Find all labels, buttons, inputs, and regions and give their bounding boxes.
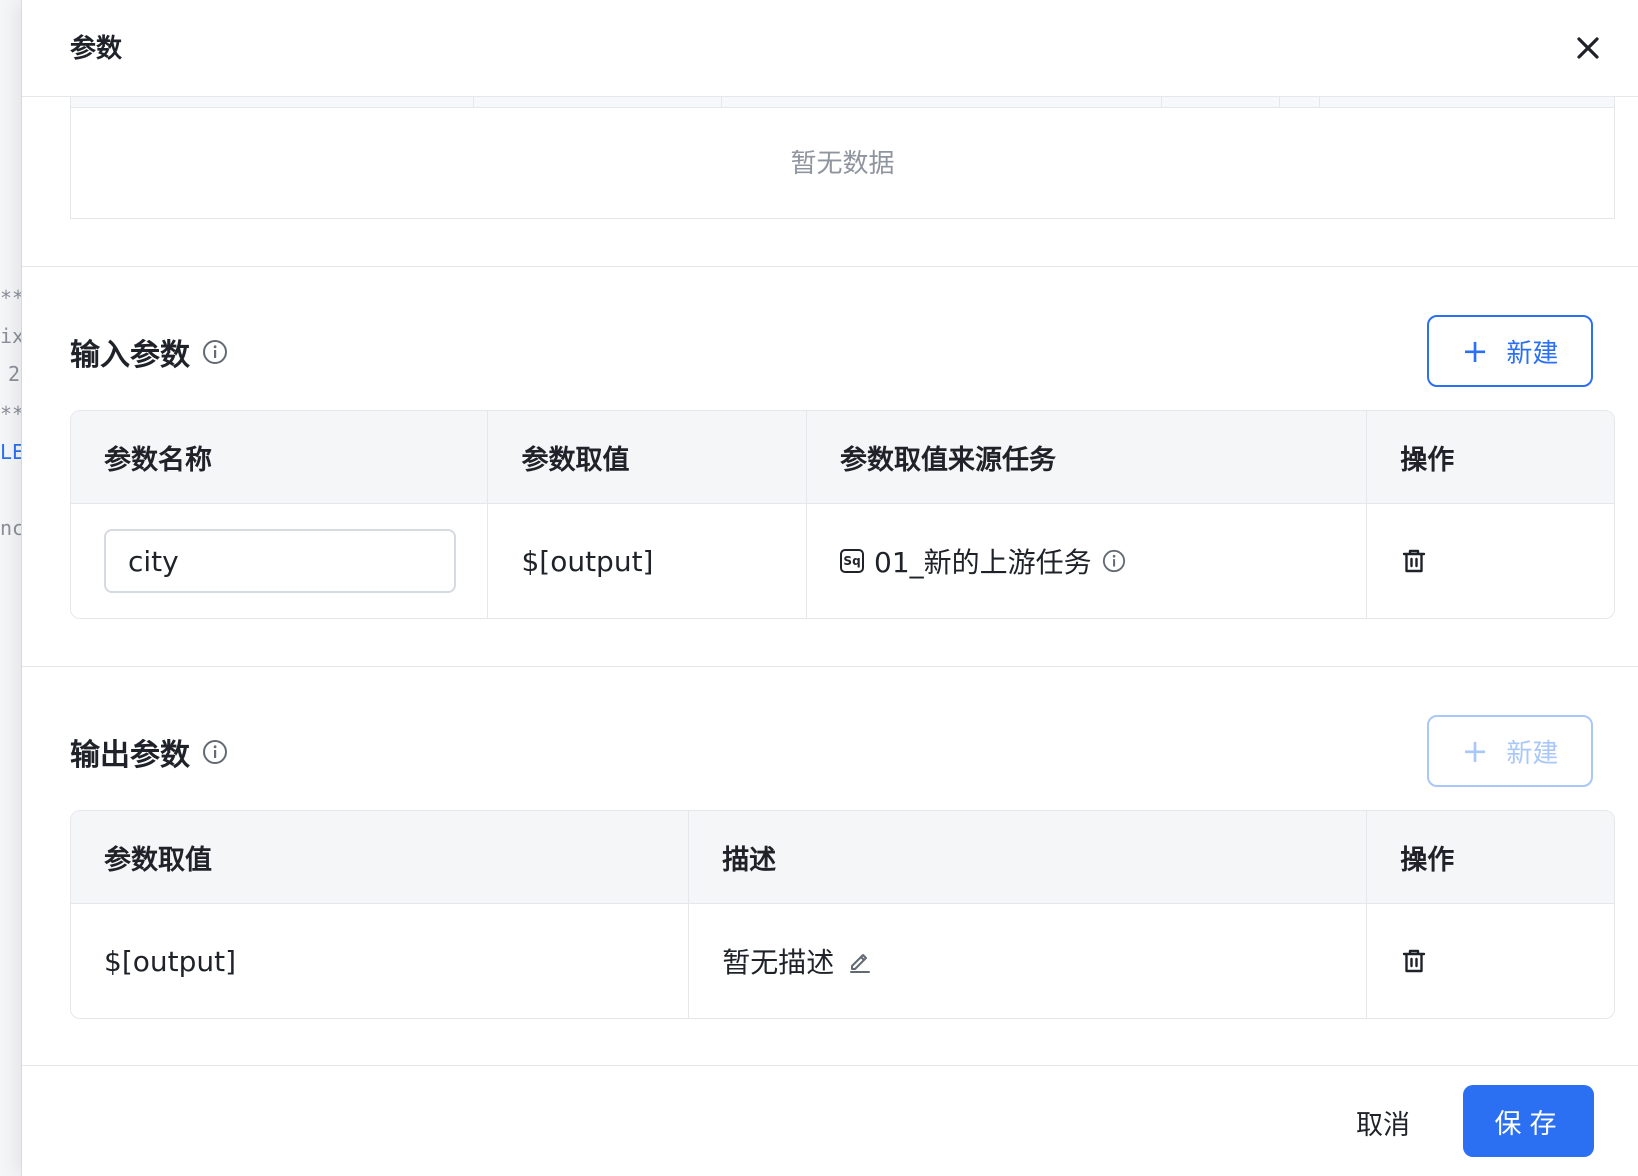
param-name-input[interactable] <box>104 529 456 593</box>
save-button[interactable]: 保存 <box>1463 1085 1594 1157</box>
description-text: 暂无描述 <box>722 946 835 979</box>
param-value-text: $[output] <box>521 544 654 578</box>
plus-icon: + <box>1461 332 1489 370</box>
source-task: Sq 01_新的上游任务 <box>840 541 1126 581</box>
source-task-name: 01_新的上游任务 <box>874 546 1092 579</box>
table-row: $[output] Sq 01_新的上游任务 <box>71 504 1614 618</box>
bg-code-fragment: ix <box>0 324 22 348</box>
delete-icon[interactable] <box>1400 947 1428 975</box>
background-editor-strip: ** ix 2 ** LE nc <box>0 0 22 1176</box>
upper-table-header <box>71 97 1614 108</box>
input-params-title-text: 输入参数 <box>70 338 190 373</box>
info-icon[interactable] <box>202 739 228 765</box>
actions-cell <box>1367 504 1614 618</box>
sql-task-icon: Sq <box>840 549 865 573</box>
drawer-header: 参数 <box>22 0 1638 97</box>
add-output-param-button[interactable]: + 新建 <box>1427 715 1593 787</box>
drawer-title: 参数 <box>70 34 123 64</box>
bg-code-fragment: LE <box>0 440 22 464</box>
description-cell: 暂无描述 <box>689 904 1368 1018</box>
param-name-cell <box>71 504 489 618</box>
section-divider <box>22 666 1638 667</box>
param-value-text: $[output] <box>104 944 237 978</box>
column-header-source-task: 参数取值来源任务 <box>807 411 1368 503</box>
column-header-actions: 操作 <box>1400 844 1455 876</box>
column-header-param-value: 参数取值 <box>71 811 690 903</box>
param-value-cell: $[output] <box>71 904 690 1018</box>
column-header-param-name: 参数名称 <box>71 411 489 503</box>
description: 暂无描述 <box>722 941 872 981</box>
table-header-row: 参数名称 参数取值 参数取值来源任务 操作 <box>71 411 1614 504</box>
output-params-table: 参数取值 描述 操作 $[output] 暂无描述 <box>70 810 1615 1019</box>
input-params-title: 输入参数 <box>70 330 228 374</box>
add-output-param-label: 新建 <box>1506 738 1559 769</box>
output-params-title: 输出参数 <box>70 730 228 774</box>
actions-cell <box>1367 904 1614 1018</box>
bg-code-fragment: nc <box>0 516 22 540</box>
close-icon <box>1577 37 1599 59</box>
table-header-row: 参数取值 描述 操作 <box>71 811 1614 904</box>
params-drawer: 参数 暂无数据 输入参数 + 新建 参数名称 参数取值 参数取值来源任务 操作 … <box>22 0 1638 1176</box>
add-input-param-button[interactable]: + 新建 <box>1427 315 1593 387</box>
column-header-actions: 操作 <box>1400 444 1455 476</box>
drawer-footer: 取消 保存 <box>22 1065 1638 1176</box>
bg-code-fragment: ** <box>0 402 22 426</box>
section-divider <box>22 266 1638 267</box>
upper-table: 暂无数据 <box>70 97 1615 219</box>
info-icon[interactable] <box>202 339 228 365</box>
empty-state-text: 暂无数据 <box>790 149 895 179</box>
bg-code-fragment: 2 <box>8 362 21 386</box>
param-value-cell: $[output] <box>488 504 808 618</box>
info-icon[interactable] <box>1102 549 1126 573</box>
cancel-button[interactable]: 取消 <box>1350 1102 1416 1143</box>
plus-icon: + <box>1461 732 1489 770</box>
column-header-description: 描述 <box>689 811 1368 903</box>
table-row: $[output] 暂无描述 <box>71 904 1614 1018</box>
output-params-title-text: 输出参数 <box>70 738 190 773</box>
input-params-table: 参数名称 参数取值 参数取值来源任务 操作 $[output] Sq 01_新的… <box>70 410 1615 619</box>
bg-code-fragment: ** <box>0 286 22 310</box>
column-header-param-value: 参数取值 <box>488 411 808 503</box>
close-button[interactable] <box>1568 28 1608 68</box>
delete-icon[interactable] <box>1400 547 1428 575</box>
source-task-cell: Sq 01_新的上游任务 <box>807 504 1368 618</box>
edit-icon[interactable] <box>848 949 872 973</box>
add-input-param-label: 新建 <box>1506 338 1559 369</box>
